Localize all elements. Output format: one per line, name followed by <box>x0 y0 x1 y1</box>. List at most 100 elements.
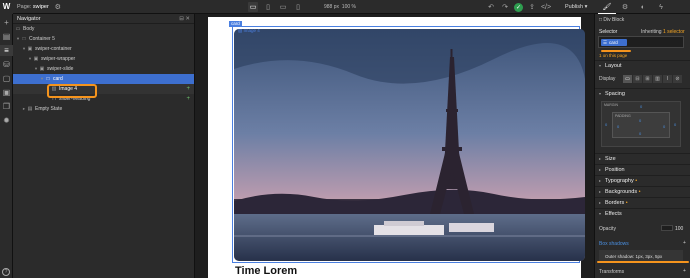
top-actions: ↶ ↷ ✓ ⇪ </> Publish ▾ <box>486 2 587 12</box>
nav-item-slider-heading[interactable]: Hslider-heading + <box>13 94 194 104</box>
page-selector[interactable]: Page: swiper <box>17 4 49 10</box>
padding-left-value[interactable]: 0 <box>617 124 619 129</box>
padding-top-value[interactable]: 0 <box>639 118 641 123</box>
backgrounds-section[interactable]: ▸ Backgrounds • <box>595 186 690 196</box>
zoom-unit: % <box>351 4 356 10</box>
borders-label: Borders <box>605 199 625 206</box>
navigator-panel: Navigator ⊟ ✕ ▭ Body ▾ □ Container 5 ▾ ▣ swip… <box>13 14 195 278</box>
add-icon[interactable]: + <box>186 86 190 92</box>
layout-label: Layout <box>605 62 622 69</box>
export-code-icon[interactable]: </> <box>541 2 551 12</box>
display-none-button[interactable]: ⊘ <box>673 75 682 83</box>
modified-dot-icon: • <box>625 199 628 206</box>
webflow-logo[interactable]: W <box>0 0 13 14</box>
nav-item-label: swiper-slide <box>47 66 74 72</box>
mobile-portrait-icon[interactable]: ▯ <box>293 2 303 12</box>
page-name: swiper <box>32 3 49 10</box>
slider-heading[interactable]: Time Lorem <box>235 265 297 277</box>
nav-item-label: swiper-wrapper <box>41 56 76 62</box>
container-icon: □ <box>22 36 26 42</box>
eiffel-tower-image[interactable] <box>234 29 585 261</box>
cms-icon[interactable]: ⛁ <box>0 59 13 70</box>
add-transform-icon[interactable]: + <box>683 268 686 274</box>
nav-item-swiper-container[interactable]: ▾ ▣ swiper-container <box>13 44 194 54</box>
nav-item-swiper-wrapper[interactable]: ▾ ▣ swiper-wrapper <box>13 54 194 64</box>
nav-item-label: Container 5 <box>29 36 55 42</box>
selector-row: Selector Inheriting 1 selector <box>599 29 687 35</box>
opacity-value[interactable]: 100 <box>675 226 683 232</box>
padding-right-value[interactable]: 0 <box>663 124 665 129</box>
redo-icon[interactable]: ↷ <box>500 2 510 12</box>
card-highlight-annotation <box>47 84 97 98</box>
navigator-options-icon[interactable]: ⊟ ✕ <box>179 16 190 22</box>
display-grid-button[interactable]: ⊞ <box>643 75 652 83</box>
inheriting-label: Inheriting <box>641 29 662 35</box>
nav-item-image[interactable]: ▨ Image 4 + <box>13 84 194 94</box>
nav-item-body[interactable]: ▭ Body <box>13 24 194 34</box>
position-section[interactable]: ▸ Position <box>595 164 690 174</box>
tablet-icon[interactable]: ▯ <box>263 2 273 12</box>
undo-icon[interactable]: ↶ <box>486 2 496 12</box>
page-preview[interactable]: card ▨ Image 4 Time Lorem <box>208 17 585 278</box>
display-flex-button[interactable]: ⊟ <box>633 75 642 83</box>
nav-item-label: Empty State <box>35 106 63 112</box>
margin-right-value[interactable]: 0 <box>674 122 676 127</box>
width-unit: px <box>333 4 340 10</box>
effects-section[interactable]: ▾ Effects <box>595 208 690 218</box>
div-block-icon: ▣ <box>27 46 33 52</box>
mobile-landscape-icon[interactable]: ▭ <box>278 2 288 12</box>
nav-item-container[interactable]: ▾ □ Container 5 <box>13 34 194 44</box>
typography-section[interactable]: ▸ Typography • <box>595 175 690 185</box>
image-tag-label: Image 4 <box>243 28 260 33</box>
style-manager-icon[interactable]: ◐ <box>634 0 652 14</box>
nav-item-swiper-slide[interactable]: ▾ ▣ swiper-slide <box>13 64 194 74</box>
share-icon[interactable]: ⇪ <box>527 2 537 12</box>
interactions-icon[interactable]: ϟ <box>652 0 670 14</box>
help-icon[interactable]: ? <box>2 268 10 276</box>
spacing-section[interactable]: ▾ Spacing <box>595 88 690 98</box>
margin-left-value[interactable]: 0 <box>605 122 607 127</box>
div-block-icon: ▣ <box>39 66 45 72</box>
card-tag-label: card <box>231 21 240 26</box>
add-shadow-icon[interactable]: + <box>683 240 686 246</box>
card-element-tag[interactable]: card <box>229 21 242 27</box>
inheriting-count[interactable]: 1 selector <box>663 29 685 35</box>
style-panel: □ Div Block Selector Inheriting 1 select… <box>594 14 690 278</box>
publish-button[interactable]: Publish ▾ <box>565 4 587 10</box>
spacing-label: Spacing <box>605 90 625 97</box>
nav-item-empty-state[interactable]: ▸ ▤ Empty State <box>13 104 194 114</box>
opacity-slider[interactable] <box>661 225 673 231</box>
selector-chip[interactable]: ☰ card <box>601 39 627 46</box>
layout-section[interactable]: ▾ Layout <box>595 60 690 70</box>
settings-icon[interactable]: ✹ <box>0 115 13 126</box>
display-block-button[interactable]: ▭ <box>623 75 632 83</box>
pages-icon[interactable]: ▤ <box>0 31 13 42</box>
element-settings-icon[interactable]: ⚙ <box>616 0 634 14</box>
selector-chip-label: card <box>609 40 618 45</box>
assets-icon[interactable]: ▣ <box>0 87 13 98</box>
left-toolbar: + ▤ ≡ ⛁ ▢ ▣ ❐ ✹ ? <box>0 14 13 278</box>
navigator-icon[interactable]: ≡ <box>0 45 13 56</box>
symbols-icon[interactable]: ❐ <box>0 101 13 112</box>
add-element-icon[interactable]: + <box>0 17 13 28</box>
display-options: ▭ ⊟ ⊞ ▥ I ⊘ <box>623 75 682 83</box>
settings-icon[interactable]: ⚙ <box>53 2 63 12</box>
nav-item-card[interactable]: ▾ □ card <box>13 74 194 84</box>
padding-bottom-value[interactable]: 0 <box>639 131 641 136</box>
display-inline-block-button[interactable]: ▥ <box>653 75 662 83</box>
borders-section[interactable]: ▸ Borders • <box>595 197 690 207</box>
selector-field[interactable]: ☰ card <box>598 36 684 48</box>
display-inline-button[interactable]: I <box>663 75 672 83</box>
style-brush-icon[interactable]: 🖌 <box>598 0 616 14</box>
typography-label: Typography <box>605 177 634 184</box>
canvas-width: 988 <box>324 4 333 10</box>
desktop-icon[interactable]: ▭ <box>248 2 258 12</box>
margin-top-value[interactable]: 0 <box>640 104 642 109</box>
ecommerce-icon[interactable]: ▢ <box>0 73 13 84</box>
nav-item-label: swiper-container <box>35 46 72 52</box>
modified-dot-icon: • <box>638 188 641 195</box>
image-element-tag: ▨ Image 4 <box>238 28 260 34</box>
add-icon[interactable]: + <box>186 96 190 102</box>
size-section[interactable]: ▸ Size <box>595 153 690 163</box>
design-canvas[interactable]: card ▨ Image 4 Time Lorem <box>195 14 594 278</box>
